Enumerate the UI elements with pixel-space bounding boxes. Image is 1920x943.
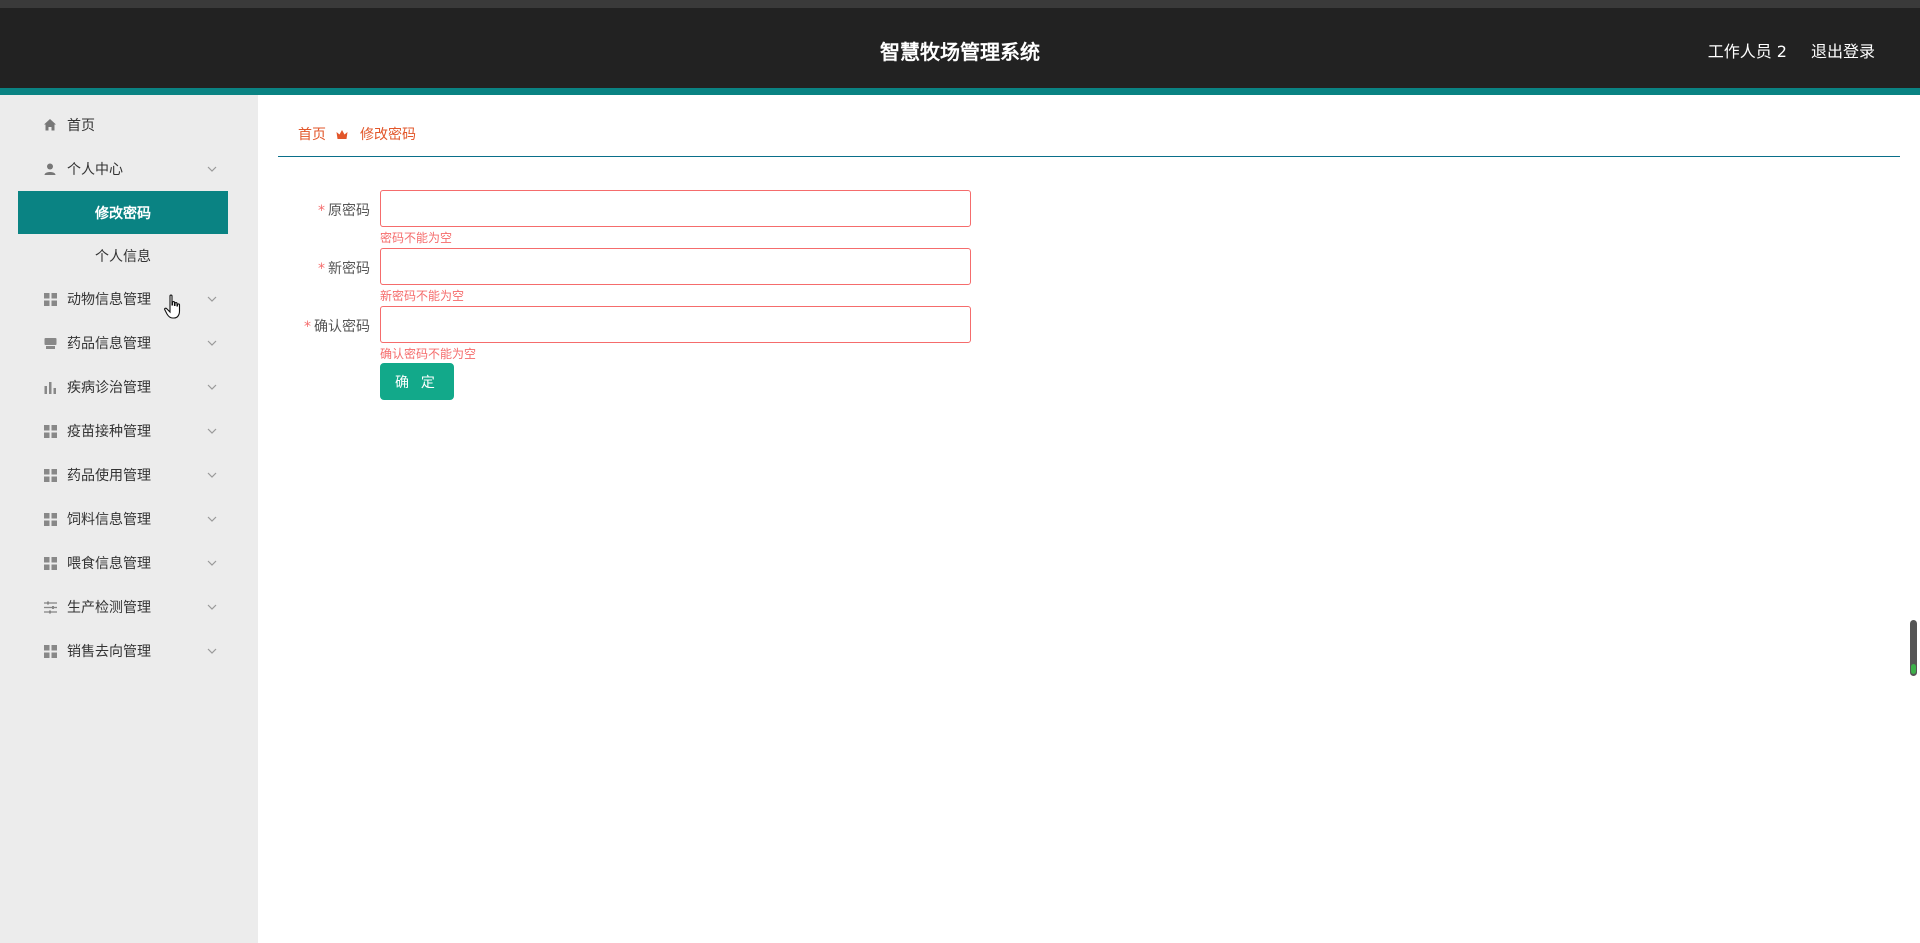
breadcrumb-divider [278, 156, 1900, 157]
confirm-password-error: 确认密码不能为空 [380, 347, 477, 361]
window-top-strip [0, 0, 1920, 8]
old-password-label: * 原密码 [318, 203, 370, 219]
grid-icon [42, 467, 58, 483]
chevron-down-icon [206, 425, 218, 437]
sliders-icon [42, 599, 58, 615]
form-row-old-password: * 原密码 [290, 190, 1010, 228]
sidebar-item-label: 药品使用管理 [67, 468, 151, 484]
sidebar-item-label: 喂食信息管理 [67, 556, 151, 572]
sidebar-item-label: 疾病诊治管理 [67, 380, 151, 396]
grid-icon [42, 423, 58, 439]
app-header: 智慧牧场管理系统 工作人员 2 退出登录 [0, 8, 1920, 88]
sidebar-subitem-change-password[interactable]: 修改密码 [18, 191, 228, 234]
box-icon [42, 335, 58, 351]
sidebar-item-label: 个人中心 [67, 162, 123, 178]
old-password-input[interactable] [380, 190, 971, 227]
required-mark: * [318, 261, 325, 277]
required-mark: * [318, 203, 325, 219]
sidebar-item-drug-usage[interactable]: 药品使用管理 [0, 457, 258, 493]
chevron-down-icon [206, 469, 218, 481]
scrollbar-indicator [1911, 664, 1916, 674]
crown-separator-icon [336, 127, 350, 141]
sidebar-item-animal-info[interactable]: 动物信息管理 [0, 281, 258, 317]
sidebar-item-drug-info[interactable]: 药品信息管理 [0, 325, 258, 361]
chevron-down-icon [206, 381, 218, 393]
hand-cursor-icon [164, 294, 184, 320]
sidebar-item-label: 药品信息管理 [67, 336, 151, 352]
sidebar-item-production-inspection[interactable]: 生产检测管理 [0, 589, 258, 625]
user-icon [42, 161, 58, 177]
old-password-error: 密码不能为空 [380, 231, 453, 245]
chevron-down-icon [206, 601, 218, 613]
sidebar-item-label: 生产检测管理 [67, 600, 151, 616]
grid-icon [42, 291, 58, 307]
grid-icon [42, 555, 58, 571]
sidebar-item-vaccination[interactable]: 疫苗接种管理 [0, 413, 258, 449]
new-password-error: 新密码不能为空 [380, 289, 465, 303]
bar-chart-icon [42, 379, 58, 395]
app-title: 智慧牧场管理系统 [880, 40, 1040, 64]
new-password-label: * 新密码 [318, 261, 370, 277]
header-accent-bar [0, 88, 1920, 95]
sidebar-item-label: 首页 [67, 118, 95, 134]
sidebar-item-disease-treatment[interactable]: 疾病诊治管理 [0, 369, 258, 405]
chevron-down-icon [206, 513, 218, 525]
confirm-password-label: * 确认密码 [304, 319, 370, 335]
sidebar-subitem-personal-info[interactable]: 个人信息 [18, 234, 228, 277]
current-user-label[interactable]: 工作人员 2 [1708, 38, 1787, 62]
home-icon [42, 117, 58, 133]
required-mark: * [304, 319, 311, 335]
chevron-down-icon [206, 337, 218, 349]
logout-link[interactable]: 退出登录 [1811, 38, 1875, 62]
chevron-down-icon [206, 557, 218, 569]
confirm-password-input[interactable] [380, 306, 971, 343]
header-actions: 工作人员 2 退出登录 [1708, 38, 1875, 62]
sidebar-item-home[interactable]: 首页 [0, 107, 258, 143]
sidebar-item-label: 销售去向管理 [67, 644, 151, 660]
grid-icon [42, 511, 58, 527]
grid-icon [42, 643, 58, 659]
breadcrumb-home-link[interactable]: 首页 [298, 124, 326, 144]
chevron-down-icon [206, 645, 218, 657]
chevron-down-icon [206, 293, 218, 305]
form-row-confirm-password: * 确认密码 [290, 306, 1010, 344]
sidebar-item-label: 饲料信息管理 [67, 512, 151, 528]
sidebar-item-sales-destination[interactable]: 销售去向管理 [0, 633, 258, 669]
sidebar: 首页 个人中心 修改密码 个人信息 动物信息管理 药品信息管理 疾病诊治管理 疫… [0, 95, 258, 943]
sidebar-item-label: 疫苗接种管理 [67, 424, 151, 440]
breadcrumb-current: 修改密码 [360, 127, 416, 143]
new-password-input[interactable] [380, 248, 971, 285]
sidebar-item-feed-info[interactable]: 饲料信息管理 [0, 501, 258, 537]
chevron-down-icon [206, 163, 218, 175]
submit-button[interactable]: 确 定 [380, 363, 454, 400]
sidebar-item-personal-center[interactable]: 个人中心 [0, 151, 258, 187]
sidebar-item-feeding-info[interactable]: 喂食信息管理 [0, 545, 258, 581]
breadcrumb: 首页 修改密码 [298, 124, 416, 144]
form-row-new-password: * 新密码 [290, 248, 1010, 286]
sidebar-item-label: 动物信息管理 [67, 292, 151, 308]
